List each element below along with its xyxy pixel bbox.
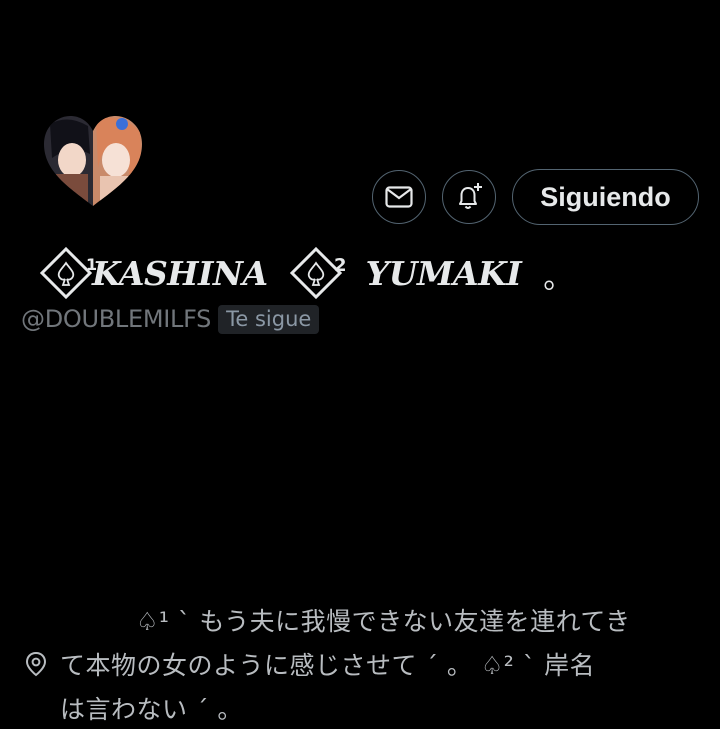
profile-avatar[interactable] <box>42 114 144 208</box>
display-name-part1: KASHINA <box>92 253 268 293</box>
handle-row: @DOUBLEMILFS Te sigue <box>21 303 320 335</box>
display-name: 1 KASHINA 2 YUMAKI 。 <box>40 246 573 300</box>
display-name-ending: 。 <box>543 261 574 296</box>
envelope-icon <box>385 186 413 208</box>
spade-diamond-icon: 2 <box>289 247 346 299</box>
bio-line-1: ♤¹ ˋ もう夫に我慢できない友達を連れてき <box>136 607 631 636</box>
bell-plus-icon <box>459 183 482 209</box>
following-button[interactable]: Siguiendo <box>512 169 699 225</box>
heart-avatar-icon <box>44 116 142 206</box>
notifications-button[interactable] <box>442 170 496 224</box>
profile-handle: @DOUBLEMILFS <box>21 305 212 333</box>
bio-line-3: は言わない ˊ 。 <box>60 695 243 724</box>
following-button-label: Siguiendo <box>540 181 671 212</box>
display-name-part2: YUMAKI <box>365 253 522 293</box>
location-pin-icon <box>25 651 47 677</box>
svg-text:1: 1 <box>86 255 96 274</box>
bio-line-2: て本物の女のように感じさせて ˊ 。 ♤² ˋ 岸名 <box>60 651 596 680</box>
follows-you-badge: Te sigue <box>218 304 320 334</box>
spade-diamond-icon: 1 <box>40 247 96 299</box>
svg-text:2: 2 <box>334 255 347 276</box>
message-button[interactable] <box>372 170 426 224</box>
